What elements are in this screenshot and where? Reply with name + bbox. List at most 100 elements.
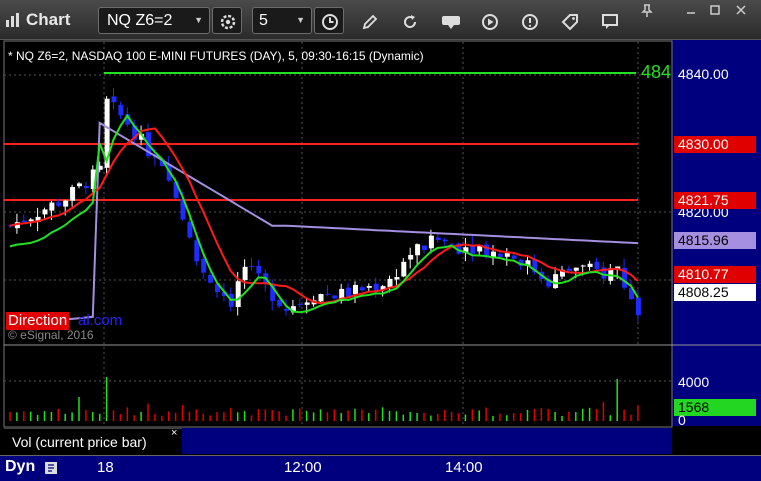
candle-body: [28, 219, 34, 222]
candle-body: [394, 277, 400, 280]
candle-body: [8, 225, 13, 227]
candle-body: [629, 288, 634, 300]
grid: [4, 42, 672, 427]
candle-body: [635, 297, 641, 316]
tag-button[interactable]: [554, 7, 584, 34]
candle-body: [297, 303, 303, 305]
top-right-label: 484: [641, 62, 672, 82]
draw-button[interactable]: [354, 7, 384, 34]
volume-tick-4000: 4000: [678, 374, 710, 390]
interval-value: 5: [259, 12, 268, 29]
candle-body: [553, 274, 559, 289]
window-title: Chart: [26, 10, 71, 29]
candle-body: [90, 169, 96, 189]
candle-body: [415, 244, 421, 256]
play-icon: [482, 14, 498, 30]
candle-body: [152, 154, 158, 158]
candle-body: [422, 245, 427, 251]
candle-body: [104, 98, 110, 168]
play-button[interactable]: [474, 7, 504, 34]
candle-body: [484, 244, 490, 257]
refresh-button[interactable]: [394, 7, 424, 34]
candle-body: [21, 220, 27, 223]
candle-body: [83, 185, 89, 189]
settings-button[interactable]: [212, 7, 242, 34]
candle-body: [546, 279, 552, 287]
candle-body: [566, 268, 572, 271]
toolbar: Chart NQ Z6=2 ▼ 5 ▼: [0, 0, 761, 40]
candle-body: [346, 287, 352, 297]
chart-title-group: Chart: [4, 8, 70, 32]
candle-body: [332, 295, 338, 299]
candle-body: [35, 216, 41, 222]
candle-body: [63, 200, 69, 207]
candle-body: [401, 261, 407, 277]
price-tag-last: 4808.25: [674, 284, 756, 301]
candle-body: [408, 254, 414, 260]
candle-body: [318, 294, 324, 302]
candle-body: [97, 165, 103, 170]
chevron-down-icon[interactable]: ▼: [296, 8, 305, 33]
candle-body: [284, 308, 289, 311]
maximize-icon: [710, 5, 720, 15]
candle-body: [497, 253, 503, 257]
candle-body: [256, 265, 262, 274]
candle-body: [228, 293, 234, 307]
calendar-icon[interactable]: [44, 461, 58, 475]
volume-tick-0: 0: [678, 412, 686, 428]
candle-body: [125, 114, 131, 125]
chevron-down-icon[interactable]: ▼: [194, 8, 203, 33]
time-axis[interactable]: [0, 455, 761, 481]
candle-body: [449, 243, 455, 245]
close-icon[interactable]: ×: [171, 427, 177, 439]
candle-body: [263, 273, 269, 284]
candle-body: [608, 268, 614, 281]
symbol-value: NQ Z6=2: [107, 12, 173, 29]
pin-button[interactable]: [634, 4, 660, 34]
minimize-button[interactable]: [680, 0, 700, 27]
close-button[interactable]: [730, 0, 750, 27]
time-label-1400: 14:00: [445, 459, 483, 476]
candle-body: [580, 265, 586, 267]
moving-average-purple: [9, 121, 638, 326]
candle-body: [601, 267, 607, 279]
interval-input[interactable]: 5 ▼: [252, 7, 312, 34]
candle-body: [456, 243, 462, 254]
candle-body: [304, 302, 310, 305]
settings-icon: [220, 14, 236, 30]
get-icon: [442, 16, 460, 29]
clock-button[interactable]: [314, 7, 344, 34]
copyright: © eSignal, 2016: [8, 328, 94, 342]
alert-icon: [522, 14, 538, 30]
candle-body: [615, 266, 621, 270]
candle-body: [373, 283, 379, 291]
candle-body: [249, 266, 255, 268]
maximize-button[interactable]: [704, 0, 724, 27]
candle-body: [77, 183, 82, 187]
volume-study-bar: [182, 428, 672, 454]
candle-body: [194, 240, 200, 262]
pin-icon: [641, 4, 653, 17]
candle-body: [215, 283, 220, 293]
candle-body: [111, 96, 117, 103]
candle-body: [235, 281, 241, 308]
get-button[interactable]: [434, 7, 464, 34]
candle-body: [311, 300, 317, 305]
candle-body: [573, 267, 579, 271]
candle-body: [442, 239, 448, 242]
volume-study-tab[interactable]: Vol (current price bar): [4, 428, 182, 454]
candle-body: [49, 202, 55, 211]
candle-body: [325, 293, 331, 295]
candle-body: [366, 286, 372, 288]
alert-button[interactable]: [514, 7, 544, 34]
candle-body: [463, 247, 469, 253]
clock-icon: [322, 14, 338, 30]
dynamic-mode-label[interactable]: Dyn: [5, 458, 35, 476]
candle-body: [221, 291, 227, 297]
price-tick-4840: 4840.00: [678, 66, 729, 82]
symbol-input[interactable]: NQ Z6=2 ▼: [98, 7, 210, 34]
comment-icon: [602, 14, 618, 29]
comment-button[interactable]: [594, 7, 624, 34]
candle-body: [201, 258, 207, 273]
moving-average-green: [9, 113, 639, 314]
